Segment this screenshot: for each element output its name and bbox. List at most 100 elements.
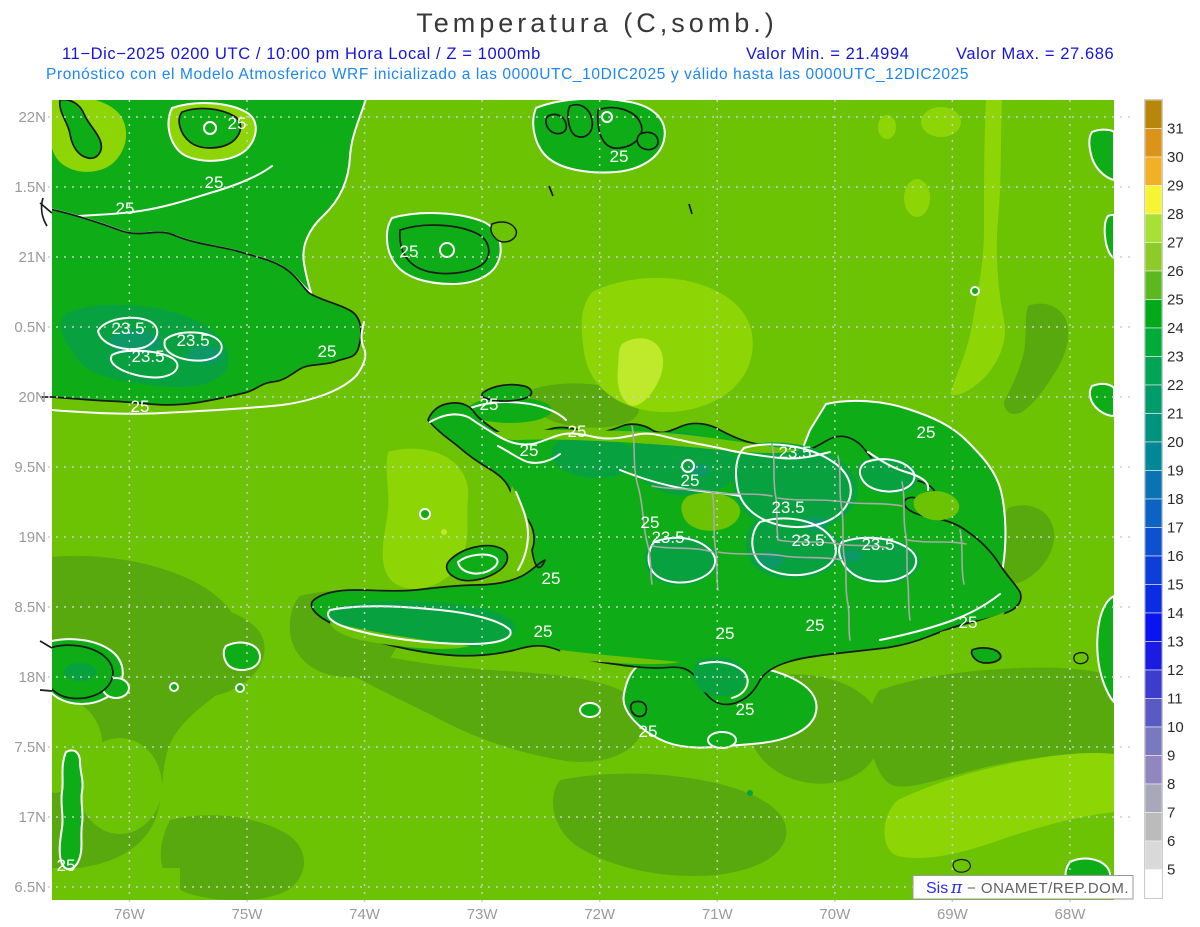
x-axis-label: 68W [1055,906,1087,923]
temperature-colorbar: 31 30 29 28 27 26 25 24 23 22 21 20 19 18 17 16 15 14 13 12… [1144,99,1184,899]
contour-label: 25 [736,700,755,719]
x-axis-label: 71W [702,906,734,923]
contour-label: 23.5 [111,319,144,338]
contour-label: 25 [205,173,224,192]
y-axis-label: 8.5N [14,599,46,616]
weather-map-screenshot: 76W 75W 74W 73W 72W 71W 70W 69W 68W 22N 1.5N 21N 0.5… [0,0,1200,927]
colorbar-label: 7 [1167,805,1175,822]
colorbar-segment [1144,783,1163,813]
colorbar-label: 10 [1167,719,1184,736]
colorbar-segment [1144,99,1163,129]
y-axis-label: 17N [18,809,46,826]
contour-label: 23.5 [176,331,209,350]
attribution-sis: Sis [926,880,948,897]
contour-label: 25 [318,342,337,361]
x-axis-label: 75W [232,906,264,923]
colorbar-segment [1144,242,1163,272]
y-axis-label: 19N [18,529,46,546]
colorbar-label: 16 [1167,548,1184,565]
colorbar-segment [1144,156,1163,186]
colorbar-label: 5 [1167,862,1175,879]
contour-label: 23.5 [131,347,164,366]
subtitle-valor-min: Valor Min. = 21.4994 [746,45,910,63]
colorbar-label: 18 [1167,491,1184,508]
colorbar-label: 12 [1167,662,1184,679]
colorbar-label: 26 [1167,263,1184,280]
colorbar-segment [1144,755,1163,785]
contour-label: 25 [228,114,247,133]
y-axis-label: 7.5N [14,739,46,756]
colorbar-label: 14 [1167,605,1184,622]
contour-label: 25 [568,422,587,441]
x-axis-label: 76W [114,906,146,923]
colorbar-label: 24 [1167,320,1184,337]
colorbar-segment [1144,470,1163,500]
colorbar-label: 11 [1167,691,1183,708]
colorbar-segment [1144,555,1163,585]
contour-label: 25 [681,471,700,490]
colorbar-label: 15 [1167,577,1184,594]
colorbar-segment [1144,698,1163,728]
contour-label: 23.5 [651,528,684,547]
beata-island [629,700,648,718]
colorbar-label: 30 [1167,149,1184,166]
x-axis-label: 74W [349,906,381,923]
x-axis-label: 70W [819,906,851,923]
contour-label: 25 [716,624,735,643]
colorbar-segment [1144,527,1163,557]
y-axis-label: 21N [18,249,46,266]
x-axis-label: 73W [467,906,499,923]
colorbar-segment [1144,726,1163,756]
x-axis-label: 69W [937,906,969,923]
y-axis-label: 20N [18,389,46,406]
colorbar-label: 6 [1167,833,1175,850]
y-axis-label: 18N [18,669,46,686]
small-cay [952,858,971,873]
colorbar-segment [1144,584,1163,614]
contour-label: 25 [57,856,76,875]
contour-label: 25 [639,722,658,741]
contour-label: 25 [400,242,419,261]
colorbar-segment [1144,213,1163,243]
colorbar-label: 28 [1167,206,1184,223]
contour-label: 25 [520,441,539,460]
margin-coast-stubs [39,197,53,692]
colorbar-segment [1144,498,1163,528]
contour-label: 25 [480,395,499,414]
colorbar-segment [1144,869,1163,899]
page-title: Temperatura (C,somb.) [416,8,778,38]
colorbar-label: 23 [1167,349,1184,366]
colorbar-segment [1144,299,1163,329]
colorbar-label: 25 [1167,292,1184,309]
colorbar-label: 20 [1167,434,1184,451]
colorbar-segment [1144,327,1163,357]
colorbar-label: 19 [1167,463,1184,480]
y-axis-label: 0.5N [14,319,46,336]
map-svg: 76W 75W 74W 73W 72W 71W 70W 69W 68W 22N 1.5N 21N 0.5… [14,8,1184,923]
contour-label: 25 [116,199,135,218]
colorbar-segment [1144,413,1163,443]
contour-label: 25 [542,569,561,588]
colorbar-segment [1144,128,1163,158]
colorbar-segment [1144,641,1163,671]
contour-label: 23.5 [791,531,824,550]
contour-label: 25 [131,397,150,416]
contour-label: 25 [806,616,825,635]
x-axis-label: 72W [584,906,616,923]
mona-island [1073,651,1089,665]
colorbar-label: 21 [1167,406,1184,423]
contour-label: 25 [959,613,978,632]
colorbar-label: 9 [1167,748,1175,765]
colorbar-segment [1144,185,1163,215]
contour-label: 23.5 [778,443,811,462]
y-axis-label: 22N [18,109,46,126]
subtitle-model-info: Pronóstico con el Modelo Atmosferico WRF… [46,66,969,83]
subtitle-datetime: 11−Dic−2025 0200 UTC / 10:00 pm Hora Loc… [62,45,541,63]
colorbar-segment [1144,384,1163,414]
y-axis-label: 1.5N [14,179,46,196]
colorbar-label: 13 [1167,634,1184,651]
colorbar-label: 31 [1167,121,1184,138]
colorbar-label: 27 [1167,235,1184,252]
contour-label: 25 [917,423,936,442]
subtitle-valor-max: Valor Max. = 27.686 [956,45,1114,63]
